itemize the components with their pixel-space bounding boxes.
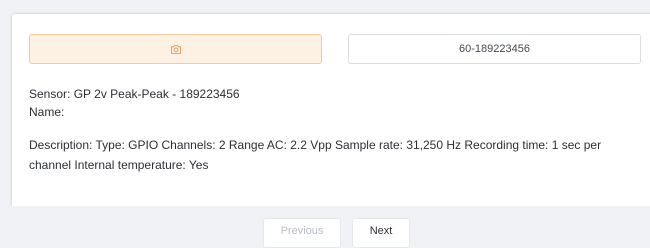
camera-button[interactable] [29, 34, 322, 64]
sensor-title: Sensor: GP 2v Peak-Peak - 189223456 [29, 87, 240, 101]
sensor-name: Name: [29, 105, 65, 119]
camera-icon [170, 44, 182, 55]
sensor-id-button[interactable]: 60-189223456 [348, 34, 641, 64]
sensor-description: Description: Type: GPIO Channels: 2 Rang… [29, 138, 602, 172]
sensor-id-label: 60-189223456 [459, 43, 530, 55]
